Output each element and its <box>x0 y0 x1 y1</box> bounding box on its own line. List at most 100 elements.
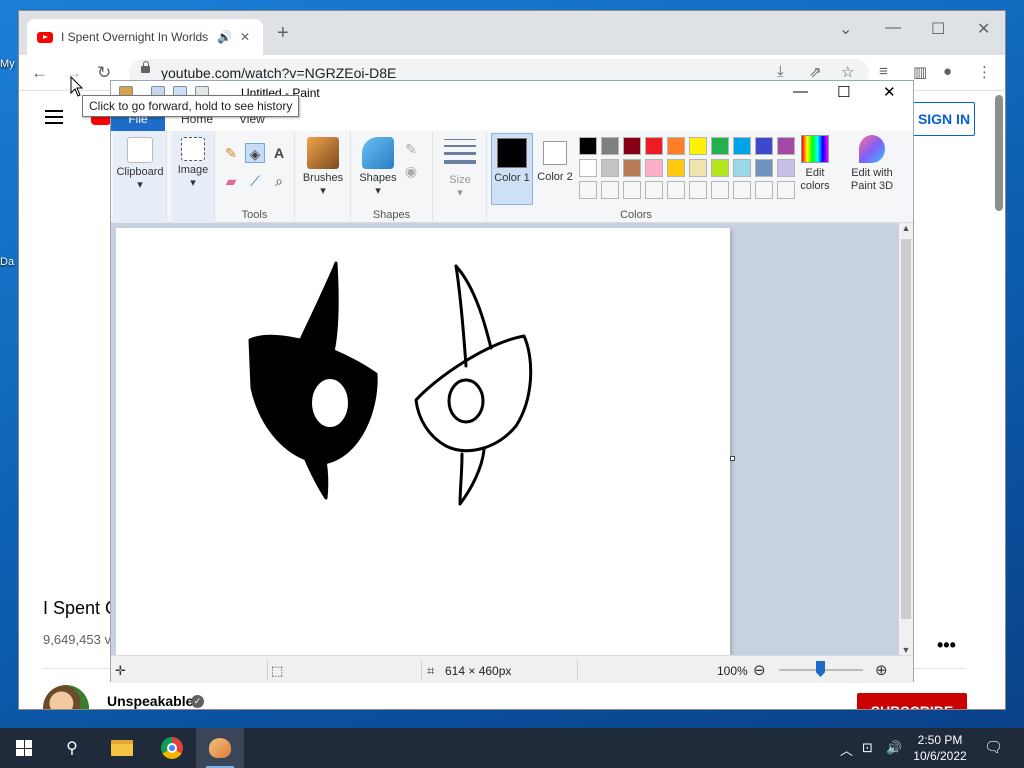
image-group[interactable]: Image ▾ <box>171 131 215 223</box>
paint-minimize-button[interactable]: — <box>793 83 808 100</box>
status-bar: ✛ ⬚ ⌗ 614 × 460px 100% ⊖ ⊕ <box>111 655 913 683</box>
network-icon[interactable]: ⊡ <box>862 740 873 756</box>
palette-swatch[interactable] <box>667 137 685 155</box>
zoom-slider-thumb[interactable] <box>816 661 825 677</box>
palette-swatch[interactable] <box>601 159 619 177</box>
paint-close-button[interactable]: ✕ <box>883 83 896 101</box>
page-scrollbar[interactable] <box>995 95 1003 211</box>
more-actions-icon[interactable]: ••• <box>937 635 956 656</box>
clipboard-group[interactable]: Clipboard ▾ <box>113 131 167 223</box>
palette-swatch[interactable] <box>667 181 685 199</box>
zoom-in-icon[interactable]: ⊕ <box>875 661 888 679</box>
size-group[interactable]: Size ▾ <box>433 131 487 223</box>
palette-swatch[interactable] <box>579 181 597 199</box>
channel-name[interactable]: Unspeakable <box>107 693 193 709</box>
image-size-icon: ⌗ <box>427 663 435 678</box>
palette-swatch[interactable] <box>623 181 641 199</box>
edit-colors-button[interactable]: Edit colors <box>795 135 835 193</box>
subscribe-button[interactable]: SUBSCRIBE <box>857 693 967 709</box>
fill-icon[interactable]: ◈ <box>245 143 265 163</box>
start-button[interactable] <box>0 728 48 768</box>
palette-swatch[interactable] <box>601 137 619 155</box>
drawing-canvas[interactable] <box>116 228 730 655</box>
side-panel-icon[interactable]: ▥ <box>913 63 927 81</box>
channel-avatar[interactable] <box>43 685 89 709</box>
palette-swatch[interactable] <box>645 137 663 155</box>
close-tab-icon[interactable]: ✕ <box>240 30 250 44</box>
zoom-out-icon[interactable]: ⊖ <box>753 661 766 679</box>
brushes-group[interactable]: Brushes ▾ <box>295 131 351 223</box>
pencil-icon[interactable]: ✎ <box>221 143 241 163</box>
chrome-icon <box>161 737 183 759</box>
scroll-up-icon[interactable]: ▲ <box>899 223 913 233</box>
speaker-icon[interactable]: 🔊 <box>217 30 232 44</box>
palette-swatch[interactable] <box>733 137 751 155</box>
palette-swatch[interactable] <box>755 137 773 155</box>
paint-taskbar-button[interactable] <box>196 728 244 768</box>
close-window-button[interactable]: ✕ <box>977 19 990 39</box>
palette-swatch[interactable] <box>733 181 751 199</box>
palette-swatch[interactable] <box>645 159 663 177</box>
color2-button[interactable]: Color 2 <box>535 133 575 205</box>
palette-swatch[interactable] <box>689 181 707 199</box>
fill-shape-icon[interactable]: ◉ <box>401 161 421 181</box>
edit-paint3d-label: Edit with Paint 3D <box>850 167 894 192</box>
file-explorer-button[interactable] <box>98 728 146 768</box>
chrome-button[interactable] <box>148 728 196 768</box>
palette-swatch[interactable] <box>623 137 641 155</box>
desktop-icon-label[interactable]: Da <box>0 256 20 268</box>
palette-swatch[interactable] <box>755 181 773 199</box>
browser-tab[interactable]: I Spent Overnight In Worlds 🔊 ✕ <box>27 19 263 55</box>
edit-paint3d-button[interactable]: Edit with Paint 3D <box>843 135 901 193</box>
palette-swatch[interactable] <box>689 137 707 155</box>
magnifier-icon[interactable]: ⌕ <box>269 171 289 191</box>
palette-swatch[interactable] <box>623 159 641 177</box>
reading-list-icon[interactable]: ≡ <box>879 63 888 80</box>
share-icon[interactable]: ⇗ <box>809 63 822 81</box>
desktop-icon-label[interactable]: My <box>0 58 20 70</box>
menu-icon[interactable]: ⋮ <box>977 63 992 81</box>
palette-swatch[interactable] <box>579 137 597 155</box>
palette-swatch[interactable] <box>777 137 795 155</box>
back-button[interactable]: ← <box>31 63 48 83</box>
palette-swatch[interactable] <box>667 159 685 177</box>
notification-icon[interactable]: 🗨 <box>984 738 1003 756</box>
brush-icon <box>307 137 339 169</box>
maximize-button[interactable]: ☐ <box>931 19 945 39</box>
palette-swatch[interactable] <box>755 159 773 177</box>
palette-swatch[interactable] <box>645 181 663 199</box>
bookmark-star-icon[interactable]: ☆ <box>841 63 854 81</box>
profile-icon[interactable]: ● <box>943 63 952 80</box>
color1-button[interactable]: Color 1 <box>491 133 533 205</box>
paint-maximize-button[interactable]: ☐ <box>837 83 850 101</box>
new-tab-button[interactable]: + <box>277 23 289 43</box>
tab-search-icon[interactable]: ⌄ <box>839 19 852 39</box>
search-icon[interactable]: ⚲ <box>48 728 96 768</box>
show-hidden-icons[interactable]: ︿ <box>840 740 853 759</box>
minimize-button[interactable]: — <box>885 19 901 37</box>
canvas-resize-handle[interactable] <box>730 456 735 461</box>
palette-swatch[interactable] <box>689 159 707 177</box>
palette-swatch[interactable] <box>711 159 729 177</box>
palette-swatch[interactable] <box>777 181 795 199</box>
system-clock[interactable]: 2:50 PM 10/6/2022 <box>908 732 972 764</box>
install-icon[interactable]: ⤓ <box>777 63 784 80</box>
palette-swatch[interactable] <box>711 137 729 155</box>
eraser-icon[interactable]: ▰ <box>221 171 241 191</box>
paint-scrollbar[interactable]: ▲ ▼ <box>899 223 913 655</box>
scroll-down-icon[interactable]: ▼ <box>899 645 913 655</box>
palette-swatch[interactable] <box>777 159 795 177</box>
paint-scroll-thumb[interactable] <box>901 239 911 619</box>
outline-icon[interactable]: ✎ <box>401 139 421 159</box>
palette-swatch[interactable] <box>711 181 729 199</box>
volume-icon[interactable]: 🔊 <box>886 740 902 756</box>
palette-swatch[interactable] <box>579 159 597 177</box>
text-icon[interactable]: A <box>269 143 289 163</box>
mouse-cursor-icon <box>70 76 84 97</box>
color-picker-icon[interactable]: ⟋ <box>245 171 265 191</box>
hamburger-menu-icon[interactable] <box>45 110 63 124</box>
palette-swatch[interactable] <box>733 159 751 177</box>
palette-swatch[interactable] <box>601 181 619 199</box>
shapes-button[interactable]: Shapes ▾ <box>355 137 401 198</box>
video-title: I Spent O <box>43 598 120 618</box>
